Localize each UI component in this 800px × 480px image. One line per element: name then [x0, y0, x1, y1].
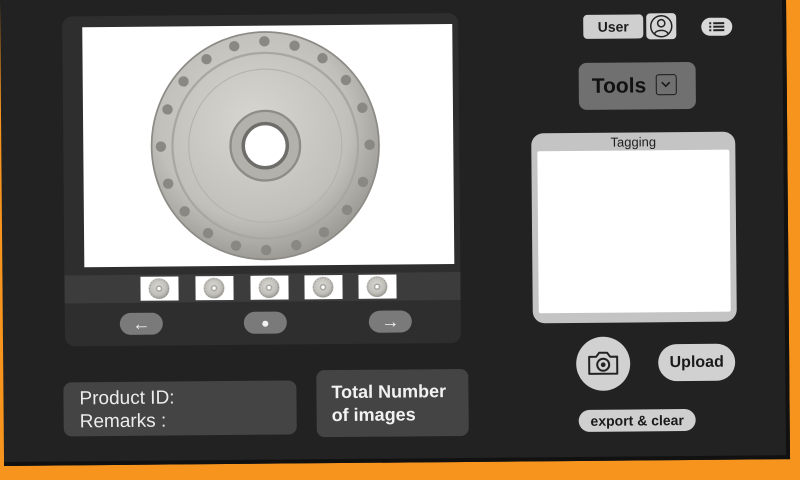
next-image-button[interactable]: →: [368, 310, 412, 333]
tools-dropdown[interactable]: Tools: [578, 61, 696, 110]
main-product-image[interactable]: [82, 24, 455, 268]
product-id-label: Product ID:: [79, 387, 175, 410]
tagging-panel: Tagging: [531, 131, 737, 324]
arrow-right-icon: →: [381, 311, 400, 332]
remarks-label: Remarks :: [79, 410, 167, 433]
user-circle-icon: [650, 14, 673, 38]
thumbnail-strip: [64, 271, 461, 304]
user-avatar-button[interactable]: [646, 13, 677, 40]
app-window: ← ● → Product ID: Remarks : Total Number…: [0, 0, 791, 466]
image-indicator-button[interactable]: ●: [243, 311, 287, 334]
tagging-title: Tagging: [610, 134, 657, 150]
upload-button[interactable]: Upload: [658, 343, 736, 382]
thumbnail-2[interactable]: [195, 275, 234, 301]
total-images-box: Total Number of images: [316, 368, 469, 438]
dot-indicator-icon: ●: [261, 314, 270, 331]
thumbnail-5[interactable]: [358, 274, 397, 299]
camera-icon: [588, 351, 619, 375]
product-info-box: Product ID: Remarks :: [63, 380, 297, 437]
arrow-left-icon: ←: [132, 313, 151, 334]
image-viewer: ← ● →: [62, 13, 462, 347]
tagging-textarea[interactable]: [537, 149, 731, 314]
export-clear-button[interactable]: export & clear: [578, 408, 696, 432]
menu-button[interactable]: [701, 17, 733, 36]
total-images-line-2: of images: [331, 404, 416, 426]
chevron-down-icon: [655, 74, 677, 96]
thumbnail-4[interactable]: [304, 275, 343, 300]
list-menu-icon: [709, 22, 725, 32]
camera-button[interactable]: [575, 336, 631, 391]
thumbnail-3[interactable]: [250, 275, 289, 300]
total-images-line-1: Total Number: [331, 381, 447, 403]
user-button[interactable]: User: [583, 14, 644, 39]
thumbnail-1[interactable]: [140, 276, 179, 301]
tools-label: Tools: [591, 74, 647, 98]
previous-image-button[interactable]: ←: [119, 312, 163, 335]
wheel-hub-image: [148, 29, 382, 263]
